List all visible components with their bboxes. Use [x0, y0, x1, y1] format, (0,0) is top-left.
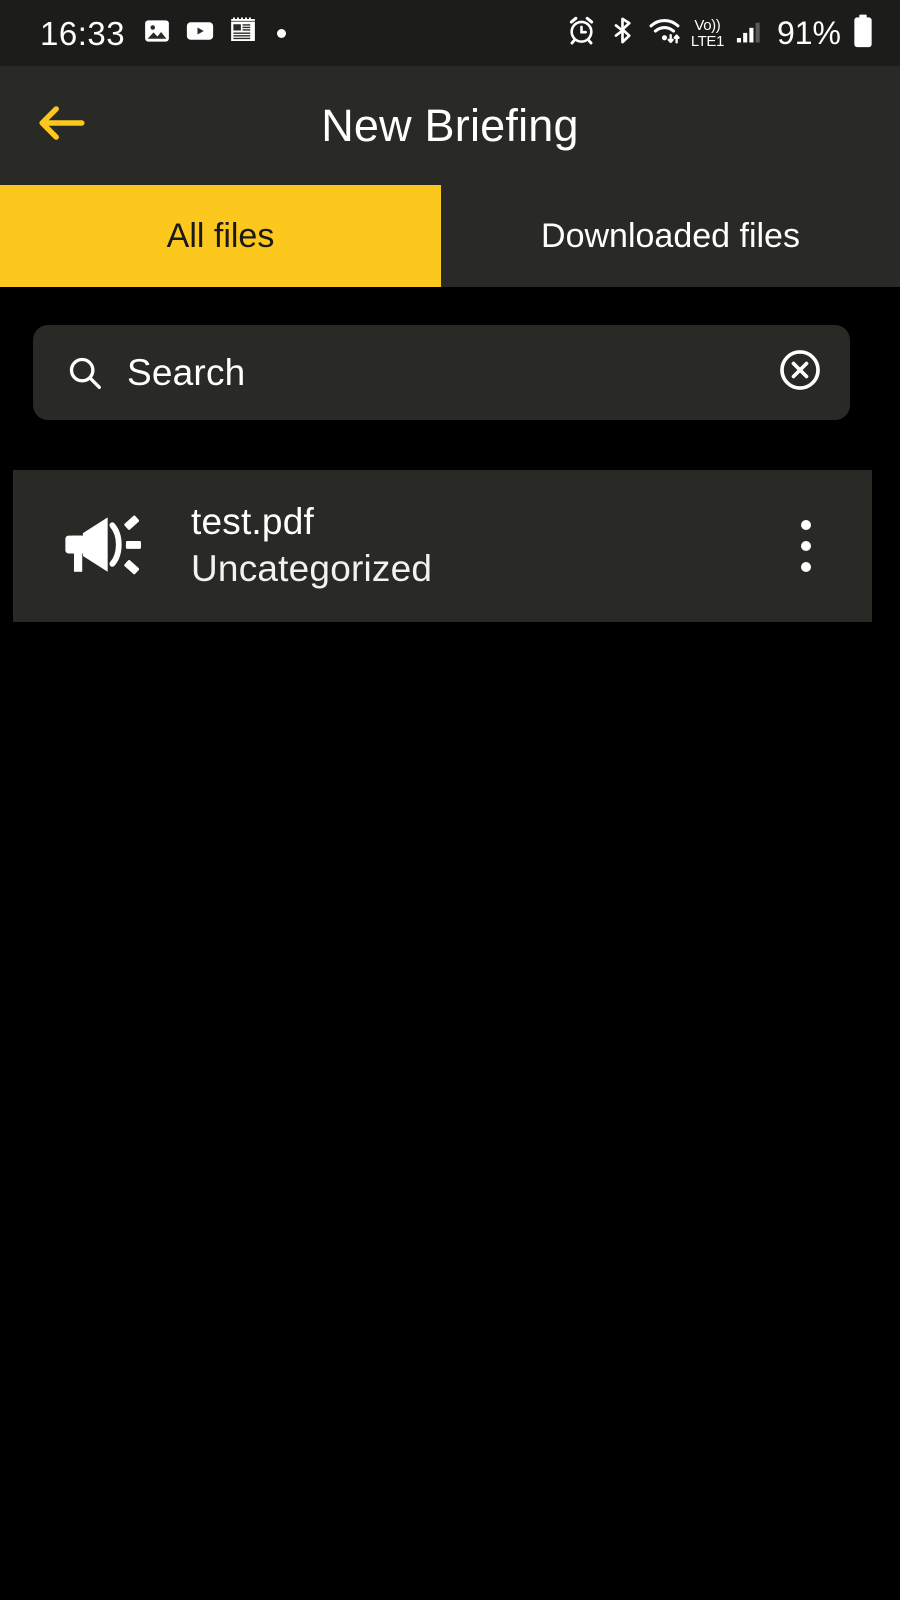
search-field[interactable]: Search — [33, 325, 850, 420]
file-item-texts: test.pdf Uncategorized — [191, 501, 776, 590]
status-bar-clock: 16:33 — [40, 14, 126, 52]
more-vertical-icon — [801, 520, 811, 572]
battery-percentage-label: 91% — [776, 15, 841, 51]
status-bar: 16:33 Vo)) LTE1 91% — [0, 0, 900, 66]
status-bar-right: Vo)) LTE1 91% — [566, 14, 874, 53]
video-play-icon — [185, 16, 215, 51]
signal-bars-icon — [735, 17, 763, 50]
file-category-label: Uncategorized — [191, 548, 433, 589]
tab-downloaded-files[interactable]: Downloaded files — [441, 185, 900, 287]
megaphone-icon — [57, 500, 149, 592]
volte-indicator: Vo)) LTE1 — [690, 16, 725, 50]
gallery-icon — [142, 16, 172, 51]
phone-screen: 16:33 Vo)) LTE1 91% New Briefing All fil… — [0, 0, 900, 1600]
wifi-icon — [648, 15, 682, 51]
back-button[interactable] — [28, 93, 94, 159]
notification-dot-icon — [277, 28, 287, 38]
close-circle-icon — [777, 347, 823, 398]
bluetooth-icon — [608, 16, 637, 50]
news-icon — [228, 16, 258, 51]
tab-bar: All files Downloaded files — [0, 185, 900, 287]
file-name-label: test.pdf — [191, 501, 314, 543]
search-icon — [63, 351, 107, 395]
alarm-icon — [566, 15, 597, 51]
volte-top-label: Vo)) — [694, 16, 721, 34]
volte-bottom-label: LTE1 — [690, 32, 725, 50]
tab-all-files[interactable]: All files — [0, 185, 441, 287]
status-bar-left: 16:33 — [40, 14, 287, 52]
app-bar: New Briefing — [0, 66, 900, 185]
clear-search-button[interactable] — [776, 349, 824, 397]
file-options-button[interactable] — [776, 501, 836, 591]
file-list: test.pdf Uncategorized — [13, 470, 872, 622]
search-input[interactable]: Search — [127, 352, 776, 394]
file-list-item[interactable]: test.pdf Uncategorized — [13, 470, 872, 622]
battery-icon — [852, 14, 874, 53]
page-title: New Briefing — [321, 99, 579, 151]
arrow-left-icon — [37, 103, 85, 148]
